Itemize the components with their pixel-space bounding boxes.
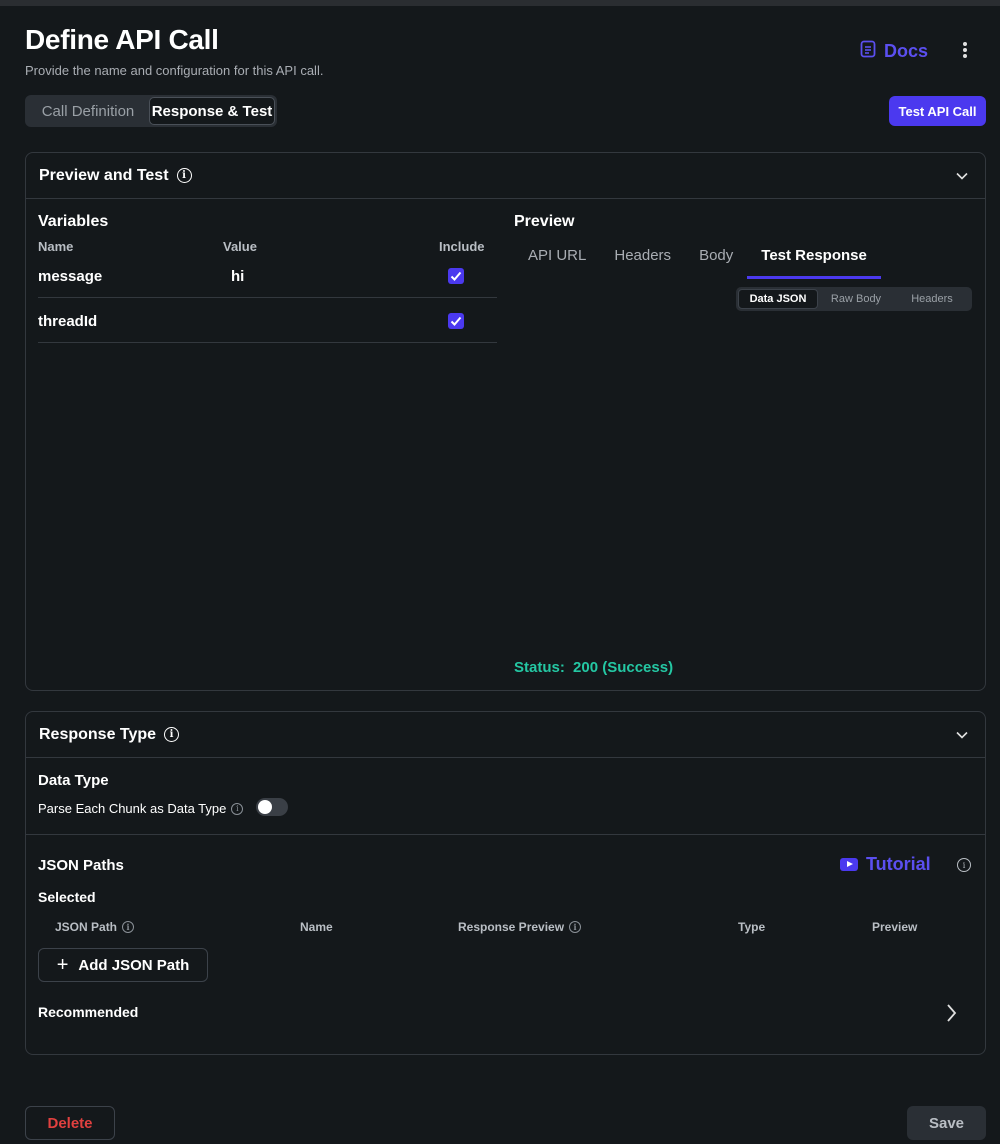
preview-test-header[interactable]: Preview and Test i [26,153,985,199]
tutorial-link[interactable]: Tutorial [840,854,931,875]
variable-row: message hi [38,253,497,298]
tutorial-label: Tutorial [866,854,931,874]
check-icon [450,316,462,326]
delete-button[interactable]: Delete [25,1106,115,1140]
tab-headers[interactable]: Headers [600,241,685,279]
response-type-title: Response Type [39,725,157,743]
info-icon[interactable]: i [176,168,192,183]
variable-value-input[interactable]: hi [231,268,244,285]
more-options-icon[interactable] [956,42,974,62]
tab-response-headers[interactable]: Headers [894,289,970,309]
preview-title: Preview [514,213,575,230]
page-subtitle: Provide the name and configuration for t… [25,63,324,78]
info-icon[interactable]: i [957,858,971,872]
include-checkbox[interactable] [448,313,464,329]
tab-test-response[interactable]: Test Response [747,241,881,279]
col-name: Name [300,920,333,934]
docs-label: Docs [884,41,929,61]
info-icon[interactable]: i [122,921,135,933]
info-icon[interactable]: i [164,727,180,742]
tab-response-test[interactable]: Response & Test [149,97,275,125]
top-strip [0,0,1000,6]
add-json-path-button[interactable]: + Add JSON Path [38,948,208,982]
tab-api-url[interactable]: API URL [514,241,600,279]
selected-label: Selected [38,889,96,905]
save-button[interactable]: Save [907,1106,986,1140]
tab-call-definition[interactable]: Call Definition [27,97,149,125]
tab-data-json[interactable]: Data JSON [738,289,818,309]
preview-test-title: Preview and Test [39,166,169,184]
preview-tabs: API URL Headers Body Test Response [514,241,881,279]
variable-name: message [38,268,103,285]
recommended-label: Recommended [38,1004,139,1020]
col-json-path-label: JSON Path [55,920,118,934]
status-value: 200 (Success) [573,659,674,676]
col-response-preview: Response Preview i [458,920,582,934]
docs-link[interactable]: Docs [860,40,928,63]
mode-tabs: Call Definition Response & Test [25,95,277,127]
parse-chunk-label: Parse Each Chunk as Data Type [38,801,227,816]
parse-chunk-toggle[interactable] [256,798,288,816]
col-include: Include [439,239,485,254]
response-type-header[interactable]: Response Type i [26,712,985,758]
col-value: Value [223,239,257,254]
tab-body[interactable]: Body [685,241,747,279]
chevron-down-icon[interactable] [955,728,969,742]
section-divider [26,834,985,835]
info-icon[interactable]: i [231,802,244,815]
col-json-path: JSON Path i [55,920,135,934]
tab-raw-body[interactable]: Raw Body [818,289,894,309]
test-api-call-button[interactable]: Test API Call [889,96,986,126]
variables-title: Variables [38,213,109,230]
info-icon[interactable]: i [569,921,582,933]
col-response-preview-label: Response Preview [458,920,565,934]
col-preview: Preview [872,920,918,934]
include-checkbox[interactable] [448,268,464,284]
preview-test-panel: Preview and Test i Variables Name Value … [25,152,986,691]
col-type: Type [738,920,766,934]
chevron-down-icon[interactable] [955,169,969,183]
page-title: Define API Call [25,24,219,55]
chevron-right-icon[interactable] [944,1002,958,1024]
data-type-title: Data Type [38,772,109,789]
add-json-path-label: Add JSON Path [78,956,190,974]
document-icon [860,40,876,63]
variable-name: threadId [38,313,98,330]
variable-row: threadId [38,298,497,343]
video-icon [840,858,858,871]
response-type-panel: Response Type i Data Type Parse Each Chu… [25,711,986,1055]
json-paths-title: JSON Paths [38,857,124,874]
check-icon [450,271,462,281]
status-label: Status: [514,659,565,676]
col-name: Name [38,239,74,254]
parse-chunk-row: Parse Each Chunk as Data Type i [38,801,244,816]
response-view-tabs: Data JSON Raw Body Headers [736,287,972,311]
status-line: Status: 200 (Success) [514,659,673,676]
plus-icon: + [56,954,69,976]
